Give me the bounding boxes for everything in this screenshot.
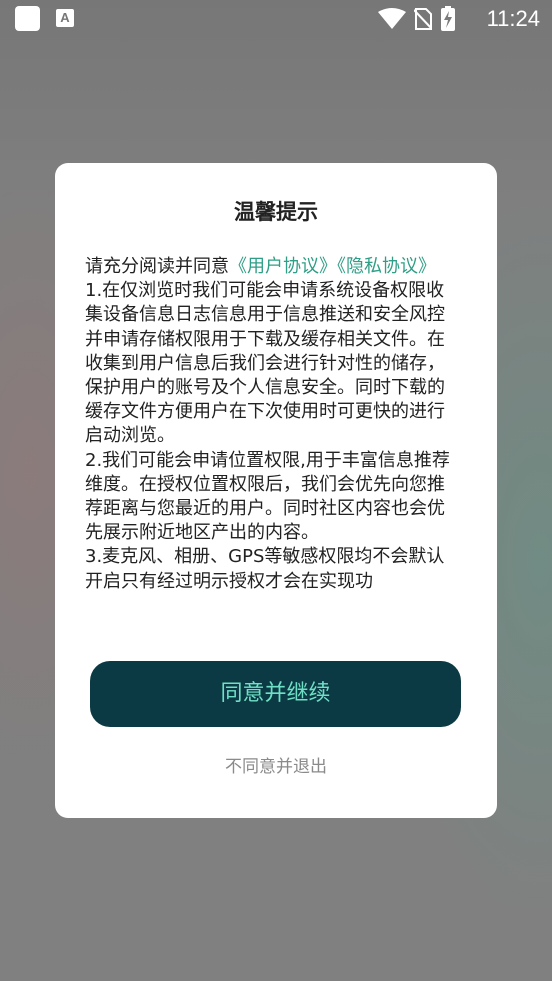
decline-exit-button[interactable]: 不同意并退出 — [0, 752, 552, 777]
agree-continue-button[interactable]: 同意并继续 — [90, 661, 461, 727]
consent-paragraph-3: 3.麦克风、相册、GPS等敏感权限均不会默认开启只有经过明示授权才会在实现功 — [85, 546, 445, 592]
battery-charging-icon — [441, 6, 455, 31]
user-agreement-link[interactable]: 《用户协议》 — [229, 256, 337, 277]
privacy-agreement-link[interactable]: 《隐私协议》 — [337, 256, 436, 277]
no-sim-icon — [414, 7, 432, 30]
app-a-icon: A — [56, 9, 74, 27]
dialog-title: 温馨提示 — [234, 200, 318, 224]
clock: 11:24 — [486, 6, 540, 31]
intro-line: 请充分阅读并同意《用户协议》《隐私协议》 — [85, 255, 457, 279]
status-bar: A 11:24 — [0, 0, 552, 37]
wifi-icon — [378, 7, 406, 29]
system-icons — [378, 6, 456, 31]
notification-square-icon — [15, 6, 40, 31]
consent-paragraph-1: 1.在仅浏览时我们可能会申请系统设备权限收集设备信息日志信息用于信息推送和安全风… — [85, 280, 445, 447]
consent-paragraph-2: 2.我们可能会申请位置权限,用于丰富信息推荐维度。在授权位置权限后，我们会优先向… — [85, 449, 450, 544]
intro-text: 请充分阅读并同意 — [85, 256, 229, 277]
consent-text-scroll[interactable]: 请充分阅读并同意《用户协议》《隐私协议》 1.在仅浏览时我们可能会申请系统设备权… — [85, 255, 457, 629]
